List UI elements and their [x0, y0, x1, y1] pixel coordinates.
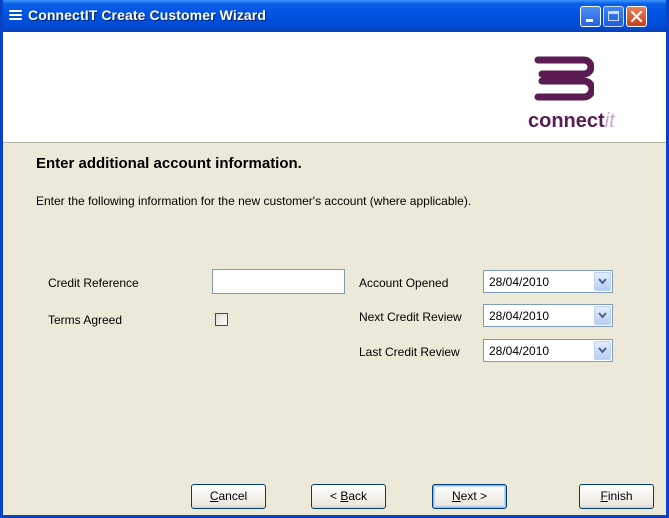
next-credit-review-dropdown-button[interactable]	[594, 306, 611, 325]
terms-agreed-label: Terms Agreed	[48, 313, 123, 327]
chevron-down-icon	[598, 278, 607, 285]
maximize-icon	[608, 11, 619, 21]
credit-reference-input[interactable]	[212, 269, 345, 294]
minimize-button[interactable]	[580, 6, 601, 27]
credit-reference-label: Credit Reference	[48, 276, 139, 290]
account-opened-value: 28/04/2010	[489, 275, 550, 289]
maximize-button[interactable]	[603, 6, 624, 27]
account-opened-date-picker[interactable]: 28/04/2010	[483, 270, 613, 293]
connectit-logo-icon	[534, 56, 594, 101]
page-instructions: Enter the following information for the …	[36, 194, 472, 208]
finish-button[interactable]: Finish	[579, 484, 654, 509]
last-credit-review-dropdown-button[interactable]	[594, 341, 611, 360]
account-opened-dropdown-button[interactable]	[594, 272, 611, 291]
wizard-window: ConnectIT Create Customer Wizard connect…	[0, 0, 669, 518]
last-credit-review-date-picker[interactable]: 28/04/2010	[483, 339, 613, 362]
last-credit-review-value: 28/04/2010	[489, 344, 550, 358]
last-credit-review-label: Last Credit Review	[359, 345, 460, 359]
stacked-lines-icon	[9, 10, 22, 21]
wizard-header-band: connectit	[3, 32, 666, 143]
minimize-icon	[586, 19, 593, 22]
next-credit-review-date-picker[interactable]: 28/04/2010	[483, 304, 613, 327]
window-title: ConnectIT Create Customer Wizard	[28, 7, 267, 23]
terms-agreed-checkbox[interactable]	[215, 313, 228, 326]
chevron-down-icon	[598, 347, 607, 354]
next-button[interactable]: Next >	[432, 484, 507, 509]
chevron-down-icon	[598, 312, 607, 319]
cancel-button[interactable]: Cancel	[191, 484, 266, 509]
account-opened-label: Account Opened	[359, 276, 449, 290]
next-credit-review-value: 28/04/2010	[489, 309, 550, 323]
connectit-logo-text: connectit	[528, 110, 615, 132]
next-credit-review-label: Next Credit Review	[359, 310, 462, 324]
page-heading: Enter additional account information.	[36, 155, 302, 172]
title-bar[interactable]: ConnectIT Create Customer Wizard	[3, 0, 666, 32]
close-icon	[630, 10, 643, 23]
close-button[interactable]	[626, 6, 647, 27]
back-button[interactable]: < Back	[311, 484, 386, 509]
